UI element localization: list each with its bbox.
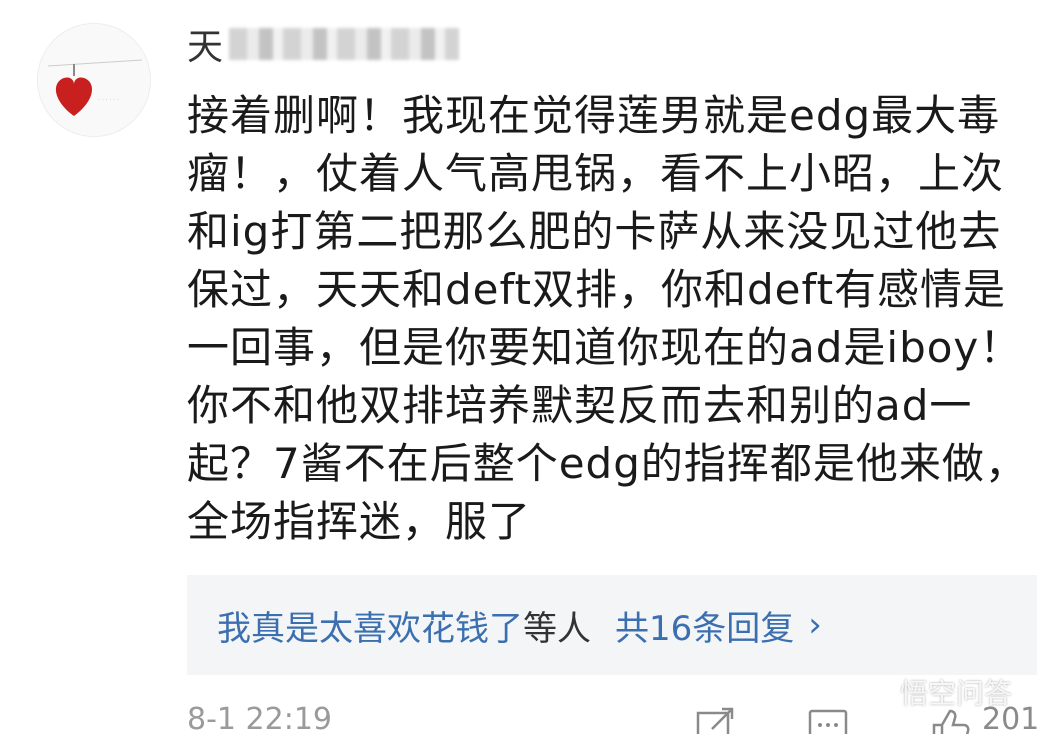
share-icon[interactable] [694,705,738,734]
svg-text:· · · · · ·: · · · · · · [98,97,119,104]
username[interactable]: 天 [187,22,460,68]
watermark-text: 悟空问答 [900,677,1013,710]
reply-etc-label: 等人 [523,608,591,649]
chevron-right-icon: › [808,605,822,645]
reply-count-link[interactable]: 共16条回复 [615,601,794,650]
username-blurred [229,28,460,60]
heart-avatar-icon: · · · · · · [38,24,150,136]
wukong-logo-icon [853,681,891,703]
reply-user-link[interactable]: 我真是太喜欢花钱了 [217,601,523,650]
comment-timestamp: 8-1 22:19 [187,702,332,734]
watermark: 悟空问答 [850,672,1012,712]
comment-screen: · · · · · · 天 接着删啊！我现在觉得莲男就是edg最大毒瘤！，仗着人… [0,0,1063,734]
username-text: 天 [187,27,224,68]
comment-body: 接着删啊！我现在觉得莲男就是edg最大毒瘤！，仗着人气高甩锅，看不上小昭，上次和… [187,91,1028,546]
comment-icon[interactable] [806,705,850,734]
replies-preview[interactable]: 我真是太喜欢花钱了 等人 共16条回复 › [187,575,1037,675]
user-avatar[interactable]: · · · · · · [37,23,151,137]
